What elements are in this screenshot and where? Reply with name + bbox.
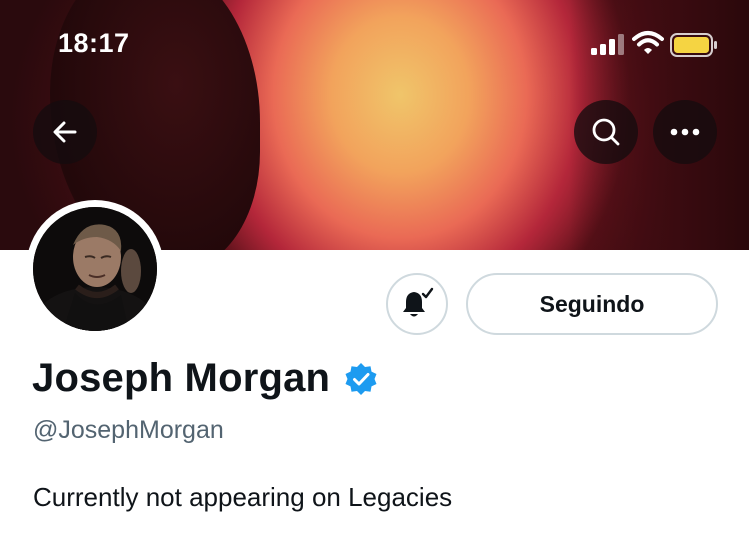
status-time: 18:17	[58, 28, 130, 58]
profile-bio: Currently not appearing on Legacies	[33, 482, 453, 512]
profile-screen: 18:17 Seguindo Joseph Morgan @JosephMorg…	[0, 0, 749, 545]
next-row-icons-peek	[300, 540, 410, 545]
battery-icon	[670, 33, 717, 57]
search-button[interactable]	[574, 100, 638, 164]
following-button[interactable]: Seguindo	[466, 273, 718, 335]
back-button[interactable]	[33, 100, 97, 164]
bell-check-icon	[403, 287, 434, 317]
more-horizontal-icon	[670, 128, 700, 136]
status-bar: 18:17	[0, 0, 749, 90]
notifications-button[interactable]	[386, 273, 448, 335]
avatar-ring	[26, 200, 164, 338]
wifi-icon	[632, 31, 664, 54]
display-name: Joseph Morgan	[32, 356, 331, 400]
avatar[interactable]	[33, 207, 157, 331]
signal-icon	[591, 34, 624, 55]
user-handle: @JosephMorgan	[33, 416, 224, 444]
search-icon	[592, 118, 620, 146]
avatar-portrait	[33, 207, 157, 331]
name-row: Joseph Morgan	[32, 356, 378, 401]
more-options-button[interactable]	[653, 100, 717, 164]
verified-badge-icon[interactable]	[344, 362, 378, 396]
arrow-left-icon	[53, 121, 77, 143]
